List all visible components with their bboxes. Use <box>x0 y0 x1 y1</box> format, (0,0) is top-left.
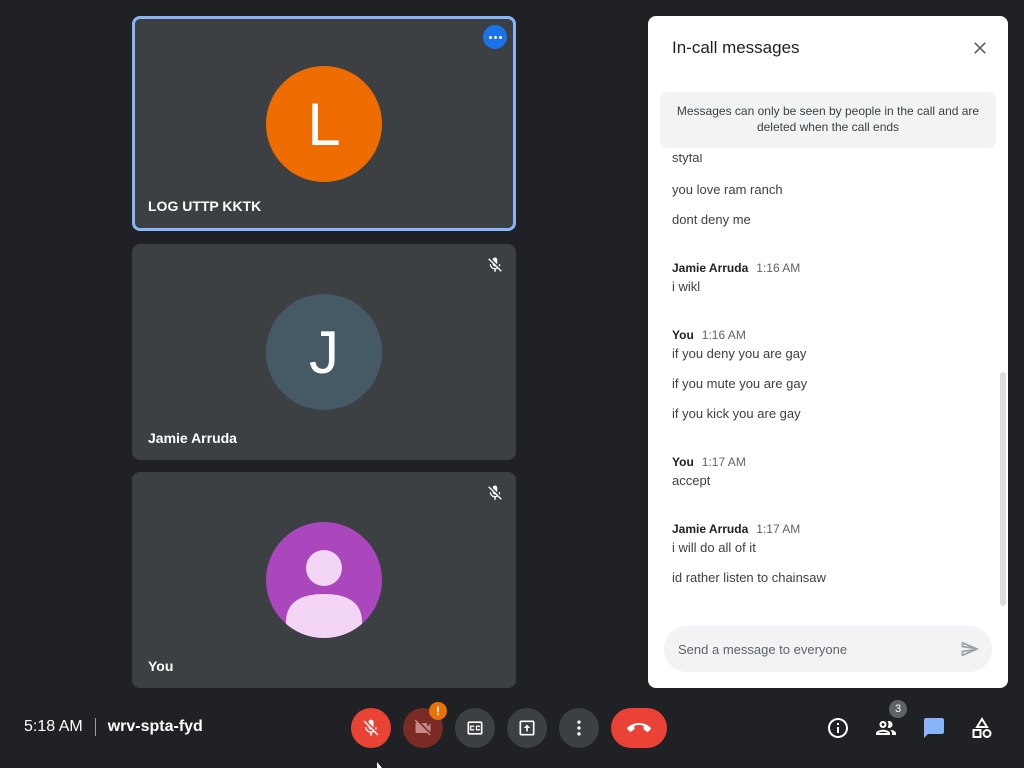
message-header: You 1:17 AM <box>672 455 746 469</box>
activities-button[interactable] <box>968 714 996 742</box>
close-icon[interactable] <box>970 38 990 58</box>
message-time: 1:16 AM <box>756 261 801 275</box>
end-call-icon <box>627 723 651 732</box>
avatar <box>266 522 382 638</box>
message-input[interactable] <box>678 639 948 659</box>
message-text: id rather listen to chainsaw <box>672 570 826 585</box>
message-list[interactable]: styfal you love ram ranch dont deny me J… <box>648 154 1000 614</box>
send-icon[interactable] <box>960 639 980 659</box>
chat-icon <box>924 718 944 738</box>
message-text: accept <box>672 473 711 488</box>
camera-warning-badge: ! <box>429 702 447 720</box>
message-header: You 1:16 AM <box>672 328 746 342</box>
participant-tile-jamie-arruda[interactable]: J Jamie Arruda <box>132 244 516 460</box>
divider <box>94 718 96 736</box>
info-icon <box>828 718 848 738</box>
camera-off-icon <box>414 719 431 736</box>
more-options-button[interactable] <box>559 708 599 748</box>
message-time: 1:17 AM <box>701 455 746 469</box>
microphone-toggle-button[interactable] <box>351 708 391 748</box>
more-vert-icon <box>577 720 581 736</box>
meeting-code[interactable]: wrv-spta-fyd <box>108 718 203 736</box>
mouse-cursor-icon <box>377 762 382 768</box>
message-text: you love ram ranch <box>672 182 783 197</box>
message-text: dont deny me <box>672 212 751 227</box>
present-screen-button[interactable] <box>507 708 547 748</box>
message-time: 1:17 AM <box>756 522 801 536</box>
closed-captions-icon <box>467 721 483 735</box>
message-text: i will do all of it <box>672 540 756 555</box>
present-screen-icon <box>519 720 535 736</box>
participant-name: You <box>148 658 174 674</box>
mic-off-icon <box>363 719 379 736</box>
message-text: if you kick you are gay <box>672 406 801 421</box>
message-text: if you deny you are gay <box>672 346 807 361</box>
people-button[interactable] <box>872 714 900 742</box>
participant-tile-you[interactable]: You <box>132 472 516 688</box>
message-sender: You <box>672 328 694 342</box>
message-composer <box>664 626 992 672</box>
camera-toggle-button[interactable]: ! <box>403 702 447 748</box>
avatar: J <box>266 294 382 410</box>
message-text: i wikl <box>672 279 701 294</box>
message-time: 1:16 AM <box>701 328 746 342</box>
chat-notice: Messages can only be seen by people in t… <box>660 92 996 148</box>
people-count-badge: 3 <box>889 700 907 718</box>
mic-off-icon <box>488 485 502 500</box>
message-header: Jamie Arruda 1:17 AM <box>672 522 800 536</box>
chat-button[interactable] <box>920 714 948 742</box>
people-icon <box>876 721 896 735</box>
message-sender: Jamie Arruda <box>672 261 749 275</box>
chat-title: In-call messages <box>672 38 800 57</box>
captions-button[interactable] <box>455 708 495 748</box>
message-sender: You <box>672 455 694 469</box>
mic-off-icon <box>488 257 502 272</box>
participant-name: Jamie Arruda <box>148 430 237 446</box>
activities-icon <box>972 717 992 738</box>
leave-call-button[interactable] <box>611 708 667 748</box>
participant-name: LOG UTTP KKTK <box>148 198 262 214</box>
message-sender: Jamie Arruda <box>672 522 749 536</box>
message-text: styfal <box>672 154 703 165</box>
scrollbar[interactable] <box>1000 372 1006 606</box>
chat-panel: In-call messages Messages can only be se… <box>648 16 1008 688</box>
meeting-info: 5:18 AM wrv-spta-fyd <box>24 718 203 736</box>
participant-tile-log-uttp-kktk[interactable]: L LOG UTTP KKTK <box>132 16 516 231</box>
avatar: L <box>266 66 382 182</box>
meeting-details-button[interactable] <box>824 714 852 742</box>
avatar-initial: J <box>309 318 339 386</box>
message-header: Jamie Arruda 1:16 AM <box>672 261 800 275</box>
message-text: if you mute you are gay <box>672 376 808 391</box>
clock-time: 5:18 AM <box>24 718 83 735</box>
avatar-initial: L <box>307 90 341 158</box>
person-silhouette-icon <box>286 550 362 638</box>
more-options-icon[interactable] <box>483 25 507 49</box>
